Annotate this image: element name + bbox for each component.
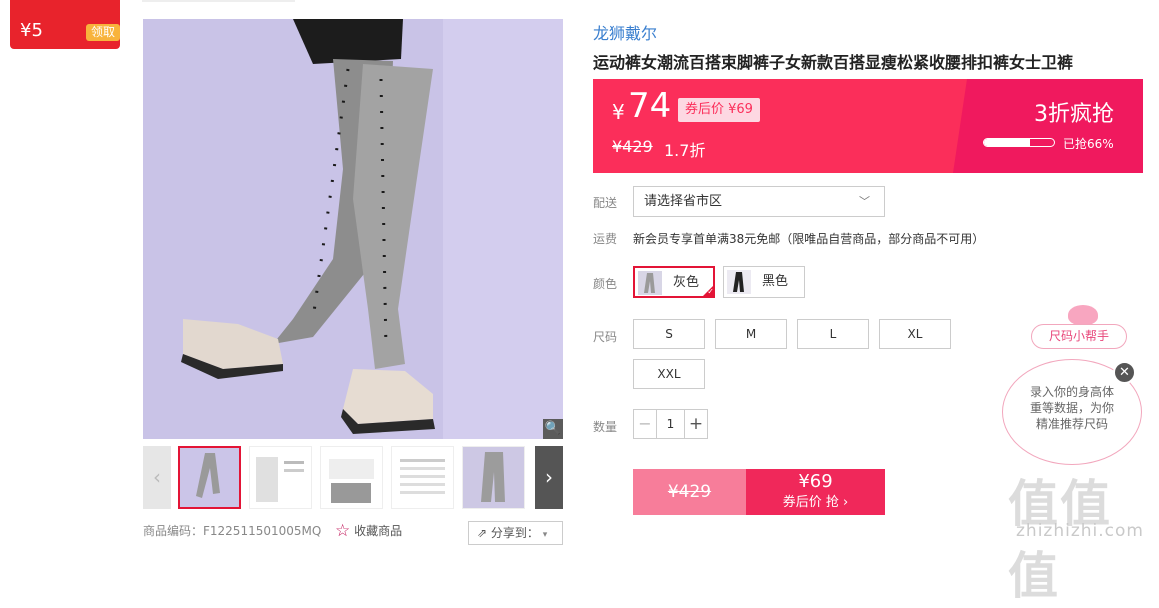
size-option[interactable]: XL	[879, 319, 951, 349]
product-main-image[interactable]	[143, 19, 563, 439]
thumbnail-image	[463, 447, 524, 508]
thumbnail-image	[250, 447, 311, 508]
check-icon: ✓	[701, 284, 715, 298]
star-icon: ☆	[335, 521, 351, 541]
sold-progress-fill	[984, 139, 1031, 146]
share-icon: ⇗	[477, 526, 488, 540]
brand-link[interactable]: 龙狮戴尔	[593, 20, 657, 44]
top-divider	[142, 0, 295, 2]
favorite-button[interactable]: ☆ 收藏商品	[335, 520, 402, 542]
thumbnail-image	[321, 447, 382, 508]
thumb-prev-button[interactable]: ‹	[143, 446, 171, 509]
product-photo	[143, 19, 563, 439]
color-option-gray[interactable]: 灰色 ✓	[633, 266, 715, 298]
size-option[interactable]: M	[715, 319, 787, 349]
size-helper-button[interactable]: 尺码小帮手	[1031, 324, 1127, 349]
buy-coupon-action[interactable]: ¥69 券后价 抢 ›	[746, 469, 885, 515]
original-price: ¥429	[612, 137, 653, 156]
discount-label: 1.7折	[664, 141, 706, 160]
size-label: 尺码	[593, 330, 618, 344]
thumbnail[interactable]	[249, 446, 312, 509]
color-label: 颜色	[593, 277, 618, 291]
size-option[interactable]: S	[633, 319, 705, 349]
current-price: 74	[628, 86, 672, 126]
zoom-icon[interactable]: 🔍	[543, 419, 563, 439]
buy-original-price: ¥429	[633, 469, 746, 515]
size-option[interactable]: L	[797, 319, 869, 349]
size-option[interactable]: XXL	[633, 359, 705, 389]
sold-progress-bar	[983, 138, 1055, 147]
chevron-down-icon: ﹀	[859, 195, 870, 208]
currency-symbol: ¥	[612, 100, 625, 124]
thumbnail[interactable]	[178, 446, 241, 509]
region-select[interactable]: 请选择省市区 ﹀	[633, 186, 885, 217]
chevron-down-icon: ▾	[542, 530, 548, 540]
share-button[interactable]: ⇗ 分享到： ▾	[468, 521, 563, 545]
share-label: 分享到：	[490, 526, 539, 540]
buy-label: 券后价 抢 ›	[782, 495, 849, 510]
region-select-value: 请选择省市区	[644, 194, 723, 209]
price-panel: ¥ 74 券后价 ¥69 ¥429 1.7折 3折疯抢 已抢66%	[593, 79, 1143, 173]
thumbnail-image	[392, 447, 453, 508]
quantity-input[interactable]: 1	[657, 410, 684, 438]
shipping-label: 运费	[593, 232, 618, 246]
color-name: 黑色	[762, 274, 789, 289]
quantity-increase-button[interactable]: +	[684, 410, 707, 438]
product-title: 运动裤女潮流百搭束脚裤子女新款百搭显瘦松紧收腰排扣裤女士卫裤	[593, 53, 1074, 72]
product-code: 商品编码：F122511501005MQ	[143, 524, 322, 538]
quantity-label: 数量	[593, 420, 618, 434]
sold-percent: 已抢66%	[1063, 137, 1114, 151]
color-swatch-black	[727, 270, 751, 294]
mascot-icon	[1068, 305, 1098, 325]
thumbnail-image	[180, 448, 239, 507]
size-helper-text: 录入你的身高体重等数据，为你精准推荐尺码	[1029, 385, 1114, 431]
watermark-url: zhizhizhi.com	[1016, 521, 1144, 541]
thumbnail[interactable]	[391, 446, 454, 509]
close-icon[interactable]: ✕	[1113, 361, 1136, 384]
color-swatch-gray	[638, 271, 662, 295]
shipping-info: 新会员专享首单满38元免邮（限唯品自营商品，部分商品不可用）	[633, 232, 985, 246]
color-option-black[interactable]: 黑色	[723, 266, 805, 298]
buy-price: ¥69	[798, 471, 833, 492]
thumbnail[interactable]	[462, 446, 525, 509]
thumb-next-button[interactable]: ›	[535, 446, 563, 509]
delivery-label: 配送	[593, 196, 618, 210]
coupon-amount: ¥5	[20, 20, 43, 41]
quantity-stepper: − 1 +	[633, 409, 708, 439]
favorite-label: 收藏商品	[354, 524, 403, 538]
thumbnail[interactable]	[320, 446, 383, 509]
quantity-decrease-button[interactable]: −	[634, 410, 657, 438]
buy-button[interactable]: ¥429 ¥69 券后价 抢 ›	[633, 469, 885, 515]
promo-title: 3折疯抢	[1034, 102, 1114, 127]
coupon-badge[interactable]: ¥5 领取	[10, 0, 120, 49]
after-coupon-badge: 券后价 ¥69	[678, 98, 760, 122]
flash-sale-panel: 3折疯抢 已抢66%	[953, 79, 1143, 173]
coupon-get-button[interactable]: 领取	[86, 24, 120, 41]
color-name: 灰色	[673, 275, 700, 290]
